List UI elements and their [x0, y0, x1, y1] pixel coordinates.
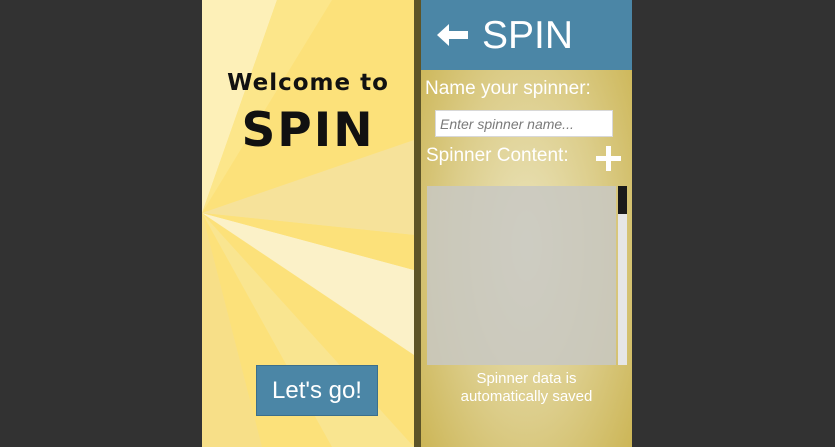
- add-content-plus-icon[interactable]: [595, 145, 622, 177]
- header-title: SPIN: [482, 14, 574, 57]
- spinner-name-input[interactable]: [435, 110, 613, 137]
- panel-divider: [414, 0, 421, 447]
- lets-go-button[interactable]: Let's go!: [256, 365, 378, 416]
- welcome-screen: Welcome to SPIN Let's go!: [202, 0, 414, 447]
- spinner-content-label: Spinner Content:: [426, 145, 569, 166]
- spinner-editor-screen: SPIN Name your spinner: Spinner Content:…: [421, 0, 632, 447]
- spinner-name-label: Name your spinner:: [425, 78, 591, 99]
- welcome-text: Welcome to: [227, 70, 389, 96]
- autosave-note-line1: Spinner data is: [476, 370, 577, 387]
- header-bar: SPIN: [421, 0, 632, 70]
- spinner-content-list[interactable]: [427, 186, 616, 365]
- content-scrollbar-thumb[interactable]: [618, 186, 627, 214]
- back-arrow-icon[interactable]: [437, 23, 469, 52]
- app-logo-title: SPIN: [241, 103, 375, 158]
- autosave-note-line2: automatically saved: [460, 388, 593, 405]
- autosave-note: Spinner data is automatically saved: [421, 370, 632, 406]
